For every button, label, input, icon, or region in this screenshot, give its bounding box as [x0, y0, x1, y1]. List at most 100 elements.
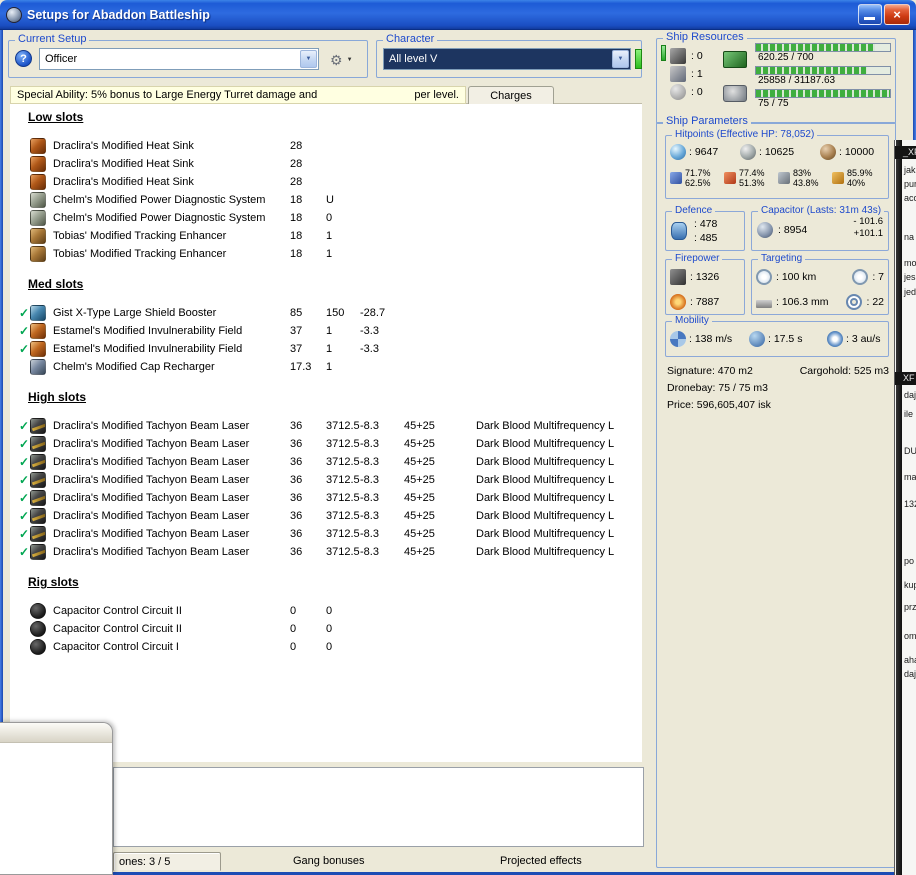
laser-icon [30, 454, 46, 470]
module-row[interactable]: Capacitor Control Circuit I 0 0 [18, 638, 642, 656]
section-title: Rig slots [28, 575, 79, 589]
module-val2: 150 [326, 307, 345, 319]
background-text-fragment: kup [904, 580, 916, 590]
module-val4: 45+25 [404, 420, 435, 432]
cpu-bar [755, 43, 891, 52]
module-name: Capacitor Control Circuit II [53, 623, 182, 635]
help-glyph: ? [20, 52, 27, 65]
firepower-label: Firepower [672, 253, 723, 264]
character-select[interactable]: All level V ▼ [383, 48, 631, 70]
calibration-bar [755, 89, 891, 98]
module-name: Draclira's Modified Tachyon Beam Laser [53, 474, 250, 486]
background-text-fragment: jak [904, 165, 916, 175]
bottom-tab-2[interactable]: Projected effects [500, 852, 582, 871]
module-row[interactable]: Draclira's Modified Heat Sink 28 [18, 173, 642, 191]
hardpoint-row: : 1 [670, 65, 703, 83]
bottom-tab-bar: ones: 3 / 5 Gang bonuses Projected effects [113, 852, 644, 872]
background-text-fragment: mas [904, 472, 916, 482]
titlebar[interactable]: Setups for Abaddon Battleship × [0, 0, 916, 30]
module-row[interactable]: ✓ Draclira's Modified Tachyon Beam Laser 3… [18, 435, 642, 453]
module-row[interactable]: ✓ Gist X-Type Large Shield Booster 85 150 -2… [18, 304, 642, 322]
bottom-tab-0[interactable]: ones: 3 / 5 [113, 852, 221, 871]
module-cpu: 36 [290, 456, 303, 468]
rig-icon [30, 621, 46, 637]
module-row[interactable]: Draclira's Modified Heat Sink 28 [18, 137, 642, 155]
tab-charges[interactable]: Charges [468, 86, 554, 104]
targeting-value: : 100 km [776, 270, 817, 283]
module-row[interactable]: Tobias' Modified Tracking Enhancer 18 1 [18, 245, 642, 263]
cpu-icon [723, 51, 747, 68]
module-cpu: 28 [290, 176, 303, 188]
module-row[interactable]: ✓ Draclira's Modified Tachyon Beam Laser 3… [18, 453, 642, 471]
setup-select[interactable]: Officer ▼ [39, 48, 319, 70]
capacitor-icon [757, 222, 773, 238]
hardpoint-row: : 0 [670, 47, 703, 65]
module-row[interactable]: Capacitor Control Circuit II 0 0 [18, 620, 642, 638]
targeting-row: : 106.3 mm: 22 [756, 289, 884, 314]
turret-hardpoint-icon [670, 48, 686, 64]
character-group: Character All level V ▼ [376, 33, 642, 78]
background-window-strip: _XFjak pur acc na mo jes jed XF daj ile DU mas 132 po… [894, 140, 916, 875]
hitpoints-group: Hitpoints (Effective HP: 78,052) : 9647:… [665, 129, 889, 199]
module-row[interactable]: Chelm's Modified Cap Recharger 17.3 1 [18, 358, 642, 376]
module-val2: 0 [326, 623, 333, 635]
charge-name: Dark Blood Multifrequency L [476, 474, 615, 486]
resist-row: 71.7% 62.5% 77.4% 51.3% 83% 43.8% 85.9% 40% [670, 168, 886, 188]
module-row[interactable]: Chelm's Modified Power Diagnostic System… [18, 191, 642, 209]
module-row[interactable]: ✓ Draclira's Modified Tachyon Beam Laser 3… [18, 507, 642, 525]
price-value: Price: 596,605,407 isk [667, 399, 771, 411]
module-name: Draclira's Modified Tachyon Beam Laser [53, 420, 250, 432]
module-name: Tobias' Modified Tracking Enhancer [53, 248, 227, 260]
background-text-fragment: om [904, 631, 916, 641]
laser-icon [30, 490, 46, 506]
resist-entry: 83% 43.8% [778, 168, 832, 188]
overlapping-window-corner [0, 722, 113, 875]
max-velocity-icon [670, 331, 686, 347]
module-row[interactable]: Tobias' Modified Tracking Enhancer 18 1 [18, 227, 642, 245]
firepower-row: : 7887 [670, 289, 740, 314]
module-cpu: 36 [290, 546, 303, 558]
pds-icon [30, 210, 46, 226]
app-icon [6, 6, 22, 23]
module-name: Estamel's Modified Invulnerability Field [53, 325, 243, 337]
module-row[interactable]: ✓ Draclira's Modified Tachyon Beam Laser 3… [18, 543, 642, 561]
check-icon: ✓ [18, 509, 30, 523]
upgrade-hardpoint-icon [670, 84, 686, 100]
module-row[interactable]: ✓ Estamel's Modified Invulnerability Fiel… [18, 340, 642, 358]
cpu-bar-fill [756, 44, 876, 51]
module-name: Estamel's Modified Invulnerability Field [53, 343, 243, 355]
max-targets-icon [852, 268, 869, 285]
module-name: Draclira's Modified Tachyon Beam Laser [53, 510, 250, 522]
overlapping-window-header [0, 723, 112, 743]
module-row[interactable]: ✓ Draclira's Modified Tachyon Beam Laser 3… [18, 417, 642, 435]
module-val3: -3.3 [360, 325, 379, 337]
resist-entry: 85.9% 40% [832, 168, 886, 188]
check-icon: ✓ [18, 306, 30, 320]
module-val3: -3.3 [360, 343, 379, 355]
module-row[interactable]: Draclira's Modified Heat Sink 28 [18, 155, 642, 173]
tools-icon: ⚙ [330, 51, 343, 68]
module-val4: 45+25 [404, 438, 435, 450]
module-val3: -28.7 [360, 307, 386, 319]
module-row[interactable]: ✓ Draclira's Modified Tachyon Beam Laser 3… [18, 525, 642, 543]
check-icon: ✓ [18, 527, 30, 541]
mobility-value: : 138 m/s [689, 333, 733, 345]
module-row[interactable]: ✓ Estamel's Modified Invulnerability Fiel… [18, 322, 642, 340]
module-cpu: 17.3 [290, 361, 312, 373]
current-setup-label: Current Setup [15, 33, 90, 45]
tools-button[interactable]: ⚙ ▼ [327, 49, 365, 70]
module-val2: 3712.5 [326, 474, 360, 486]
module-row[interactable]: Capacitor Control Circuit II 0 0 [18, 602, 642, 620]
module-row[interactable]: Chelm's Modified Power Diagnostic System… [18, 209, 642, 227]
minimize-button[interactable] [858, 4, 882, 25]
module-row[interactable]: ✓ Draclira's Modified Tachyon Beam Laser 3… [18, 489, 642, 507]
module-name: Draclira's Modified Tachyon Beam Laser [53, 456, 250, 468]
chevron-down-icon[interactable]: ▼ [612, 50, 629, 68]
signature-value: Signature: 470 m2 [667, 365, 753, 377]
bottom-tab-1[interactable]: Gang bonuses [293, 852, 365, 871]
chevron-down-icon[interactable]: ▼ [300, 50, 317, 68]
close-button[interactable]: × [884, 4, 910, 25]
help-icon[interactable]: ? [15, 50, 32, 67]
module-row[interactable]: ✓ Draclira's Modified Tachyon Beam Laser 3… [18, 471, 642, 489]
module-val4: 45+25 [404, 528, 435, 540]
